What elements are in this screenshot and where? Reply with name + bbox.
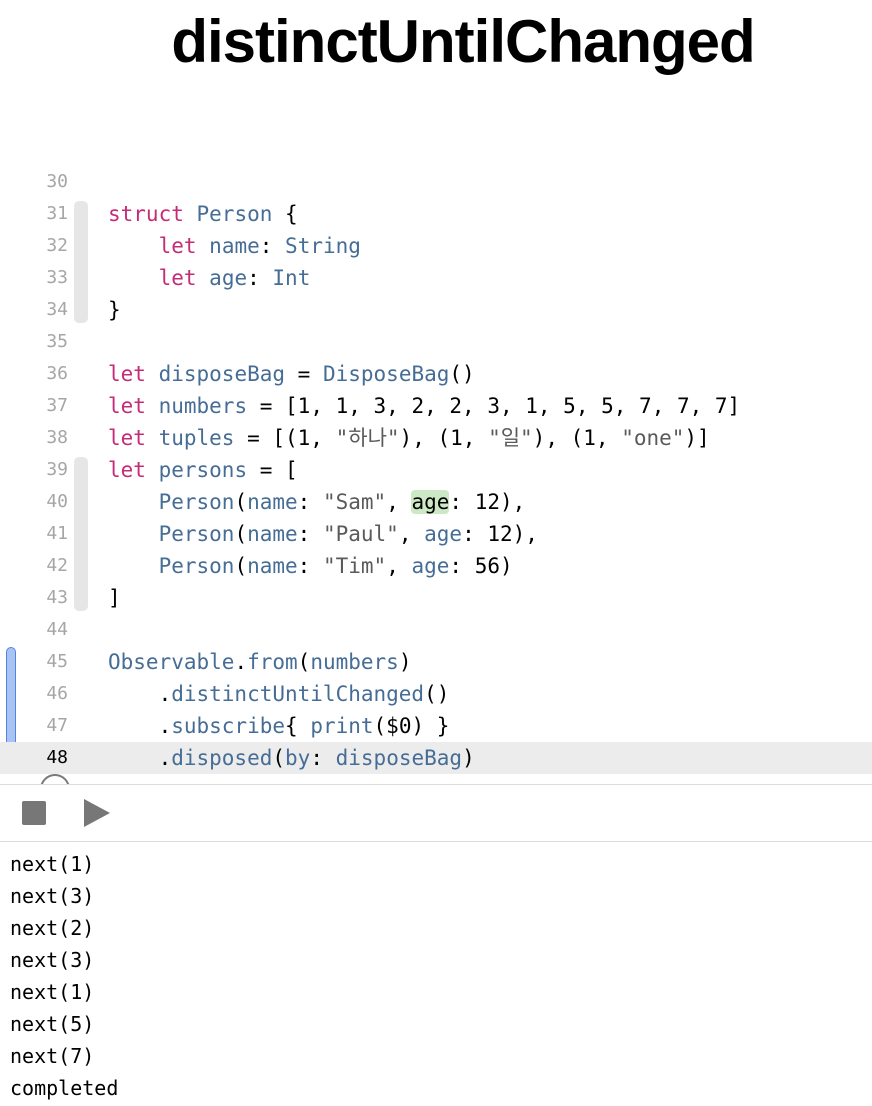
debug-toolbar [0,784,872,842]
code-line[interactable]: 36 let disposeBag = DisposeBag() [0,358,872,390]
code-line[interactable]: 30 [0,166,872,198]
console-output[interactable]: next(1) next(3) next(2) next(3) next(1) … [10,848,118,1104]
code-text: ] [108,586,121,610]
code-line[interactable]: 46 .distinctUntilChanged() [0,678,872,710]
line-number: 46 [46,683,68,704]
code-line[interactable]: 41 Person(name: "Paul", age: 12), [0,518,872,550]
code-line[interactable]: 43 ] [0,582,872,614]
code-line[interactable]: 33 let age: Int [0,262,872,294]
highlighted-token: age [411,490,450,514]
code-line[interactable]: 47 .subscribe{ print($0) } [0,710,872,742]
console-line: next(1) [10,852,95,876]
code-text: Person(name: "Tim", age: 56) [158,554,513,578]
code-text: let age: Int [158,266,311,290]
code-text: Observable.from(numbers) [108,650,412,674]
console-line: completed [10,1076,119,1100]
line-number: 45 [46,651,68,672]
code-line-current[interactable]: 48 .disposed(by: disposeBag) [0,742,872,774]
code-text: struct Person { [108,202,298,226]
page-title: distinctUntilChanged [171,8,755,75]
code-line[interactable]: 32 let name: String [0,230,872,262]
console-line: next(7) [10,1044,95,1068]
code-line[interactable]: 45 Observable.from(numbers) [0,646,872,678]
code-text: Person(name: "Sam", age: 12), [158,490,526,514]
code-line[interactable]: 35 [0,326,872,358]
line-number: 44 [46,619,68,640]
line-number: 34 [46,299,68,320]
line-number: 43 [46,587,68,608]
code-text: let disposeBag = DisposeBag() [108,362,475,386]
line-number: 31 [46,203,68,224]
code-line[interactable]: 44 [0,614,872,646]
console-line: next(2) [10,916,95,940]
code-editor[interactable]: 30 31 struct Person { 32 let name: Strin… [0,166,872,774]
line-number: 38 [46,427,68,448]
code-text: .distinctUntilChanged() [108,682,450,706]
line-number: 48 [46,747,68,768]
line-number: 39 [46,459,68,480]
code-line[interactable]: 38 let tuples = [(1, "하나"), (1, "일"), (1… [0,422,872,454]
code-text: .subscribe{ print($0) } [108,714,450,738]
line-number: 36 [46,363,68,384]
code-text: let name: String [158,234,361,258]
line-number: 47 [46,715,68,736]
code-text: } [108,298,121,322]
code-text: Person(name: "Paul", age: 12), [158,522,538,546]
line-number: 33 [46,267,68,288]
line-number: 42 [46,555,68,576]
line-number: 41 [46,523,68,544]
play-icon[interactable] [84,799,110,827]
code-line[interactable]: 39 let persons = [ [0,454,872,486]
console-line: next(5) [10,1012,95,1036]
line-number: 37 [46,395,68,416]
line-number: 40 [46,491,68,512]
code-line[interactable]: 37 let numbers = [1, 1, 3, 2, 2, 3, 1, 5… [0,390,872,422]
run-line-icon[interactable] [40,774,70,784]
console-line: next(1) [10,980,95,1004]
console-line: next(3) [10,884,95,908]
code-text: let numbers = [1, 1, 3, 2, 2, 3, 1, 5, 5… [108,394,741,418]
code-text: let persons = [ [108,458,298,482]
code-line[interactable]: 34 } [0,294,872,326]
code-line[interactable]: 31 struct Person { [0,198,872,230]
console-line: next(3) [10,948,95,972]
line-number: 35 [46,331,68,352]
code-line[interactable]: 40 Person(name: "Sam", age: 12), [0,486,872,518]
line-number: 30 [46,171,68,192]
code-line[interactable]: 42 Person(name: "Tim", age: 56) [0,550,872,582]
code-text: let tuples = [(1, "하나"), (1, "일"), (1, "… [108,426,710,450]
line-number: 32 [46,235,68,256]
stop-icon[interactable] [22,801,46,825]
code-text: .disposed(by: disposeBag) [108,746,475,770]
